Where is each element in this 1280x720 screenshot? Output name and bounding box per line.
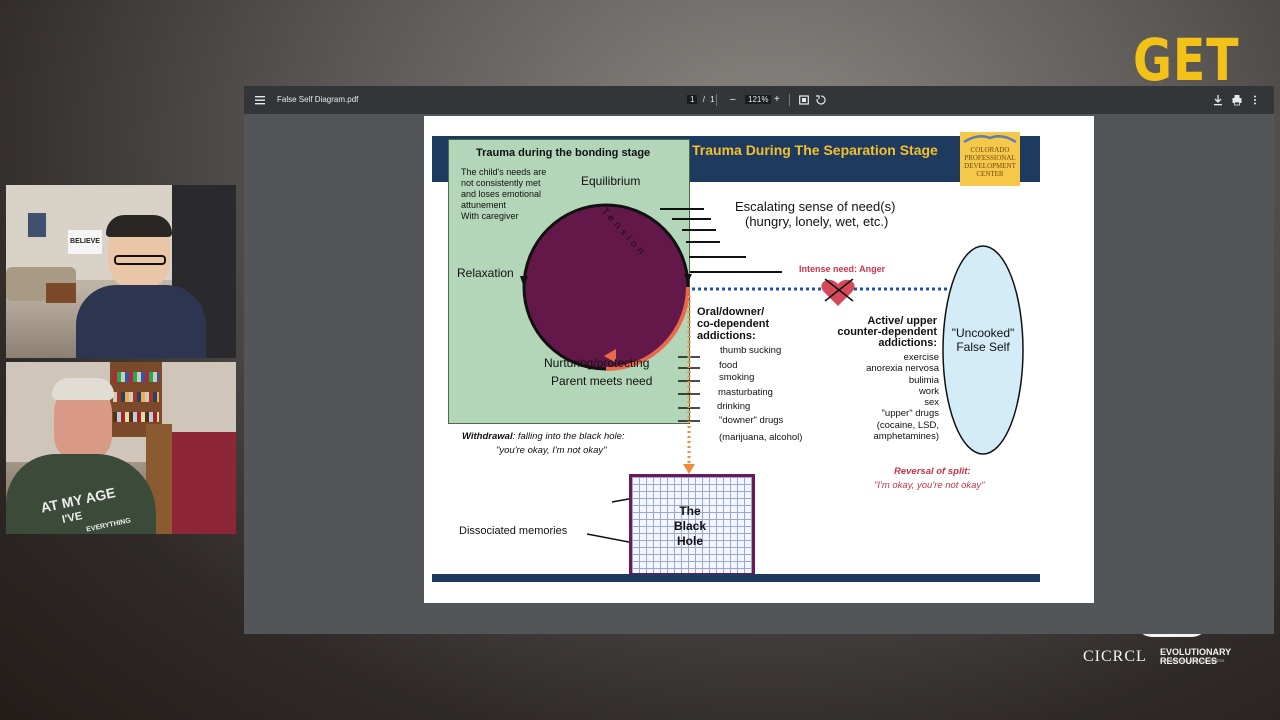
false-self-line: "Uncooked" bbox=[951, 326, 1015, 340]
black-hole-line: Black bbox=[673, 519, 707, 533]
reversal-label: Reversal of split: bbox=[894, 466, 971, 477]
active-item: (cocaine, LSD, bbox=[876, 419, 939, 431]
withdrawal-arrowhead bbox=[683, 464, 695, 474]
black-hole-label: The Black Hole bbox=[665, 504, 715, 549]
oral-heading-line: Oral/downer/ bbox=[697, 306, 765, 318]
brand-tagline: EVOLUTIONARY RESOURCES bbox=[1160, 647, 1232, 666]
active-item: anorexia nervosa bbox=[866, 363, 939, 375]
divider bbox=[716, 94, 717, 106]
withdrawal-quote: "you're okay, I'm not okay" bbox=[496, 445, 607, 456]
oral-item: smoking bbox=[719, 372, 755, 383]
page-total: 1 bbox=[710, 95, 715, 104]
active-item: exercise bbox=[903, 352, 939, 363]
webcam-feed-guest: AT MY AGE I'VE EVERYTHING bbox=[6, 362, 236, 534]
file-name: False Self Diagram.pdf bbox=[277, 95, 359, 104]
nurturing-label: Nurturing/protecting bbox=[544, 356, 650, 370]
brand-name: CICRCL bbox=[1083, 648, 1147, 665]
believe-poster: BELIEVE bbox=[68, 230, 102, 254]
rotate-icon[interactable] bbox=[816, 86, 826, 114]
needs-line: not consistently met bbox=[461, 178, 541, 188]
parent-meets-label: Parent meets need bbox=[551, 374, 653, 388]
false-self-label: "Uncooked" False Self bbox=[943, 326, 1023, 354]
equilibrium-label: Equilibrium bbox=[581, 174, 641, 188]
bed bbox=[166, 432, 236, 534]
wall-frame bbox=[26, 211, 48, 239]
active-addictions-heading: Active/ upper counter-dependent addictio… bbox=[827, 316, 937, 349]
oral-item: masturbating bbox=[718, 387, 773, 398]
zoom-out-button[interactable]: – bbox=[730, 86, 736, 114]
oral-heading-line: co-dependent bbox=[697, 318, 770, 330]
active-item: sex bbox=[924, 397, 939, 409]
shirt-text-2: I'VE bbox=[60, 510, 84, 526]
brand-subtagline: FOR SHIFTING CONSCIOUSNESS bbox=[1160, 658, 1225, 663]
black-hole-line: The bbox=[679, 504, 701, 518]
guest-hair bbox=[52, 378, 114, 400]
escalating-need-examples: (hungry, lonely, wet, etc.) bbox=[745, 214, 889, 229]
false-self-line: False Self bbox=[956, 340, 1010, 354]
webcam-feed-host: BELIEVE bbox=[6, 185, 236, 358]
table bbox=[46, 283, 76, 303]
get-overlay-text: GET bbox=[1133, 26, 1240, 94]
needs-line: With caregiver bbox=[461, 211, 519, 221]
active-item: bulimia bbox=[908, 374, 939, 386]
reversal-quote: "I'm okay, you're not okay" bbox=[874, 480, 985, 491]
needs-line: and loses emotional bbox=[461, 189, 542, 199]
dissociated-memories-label: Dissociated memories bbox=[459, 525, 568, 537]
oral-item: food bbox=[719, 360, 738, 371]
divider bbox=[789, 94, 790, 106]
oral-item: (marijuana, alcohol) bbox=[719, 432, 803, 443]
needs-line: The child's needs are bbox=[461, 167, 547, 177]
relaxation-label: Relaxation bbox=[457, 266, 514, 280]
pdf-page: Trauma During The Separation Stage COLOR… bbox=[424, 116, 1094, 603]
needs-line: attunement bbox=[461, 200, 507, 210]
pdf-toolbar: False Self Diagram.pdf 1 / 1 – 121% + bbox=[244, 86, 1274, 114]
withdrawal-label: Withdrawal bbox=[462, 431, 513, 442]
host-hair bbox=[106, 215, 172, 237]
withdrawal-text: : falling into the black hole: bbox=[512, 431, 625, 442]
zoom-value[interactable]: 121% bbox=[745, 95, 772, 104]
black-hole-line: Hole bbox=[676, 534, 703, 548]
zoom-level[interactable]: 121% bbox=[745, 86, 772, 114]
pdf-viewer: False Self Diagram.pdf 1 / 1 – 121% + Tr… bbox=[244, 86, 1274, 634]
needs-description: The child's needs are not consistently m… bbox=[461, 167, 546, 222]
active-items-list: exercise anorexia nervosa bulimia work s… bbox=[839, 352, 939, 442]
page-current[interactable]: 1 bbox=[687, 95, 698, 104]
active-item: "upper" drugs bbox=[881, 408, 939, 420]
withdrawal-caption: Withdrawal: falling into the black hole: bbox=[462, 431, 625, 442]
more-options-icon[interactable] bbox=[1252, 86, 1258, 114]
slide-footer-bar bbox=[432, 574, 1040, 582]
host-shirt bbox=[76, 285, 206, 358]
intense-need-label: Intense need: Anger bbox=[799, 264, 886, 274]
oral-heading-line: addictions: bbox=[697, 330, 756, 342]
oral-item: thumb sucking bbox=[720, 345, 782, 356]
page-separator: / bbox=[702, 95, 705, 104]
fit-page-icon[interactable] bbox=[799, 86, 809, 114]
active-heading-line: addictions: bbox=[878, 337, 937, 349]
print-icon[interactable] bbox=[1232, 86, 1242, 114]
oral-addictions-heading: Oral/downer/ co-dependent addictions: bbox=[697, 306, 769, 342]
oral-item: drinking bbox=[717, 401, 751, 412]
bonding-title: Trauma during the bonding stage bbox=[476, 147, 651, 159]
zoom-in-button[interactable]: + bbox=[774, 86, 780, 114]
broken-heart-icon bbox=[821, 279, 855, 306]
page-number-input[interactable]: 1 / 1 bbox=[687, 86, 715, 114]
oral-item: "downer" drugs bbox=[719, 415, 784, 426]
active-item: work bbox=[918, 385, 939, 397]
glasses bbox=[114, 255, 166, 265]
menu-icon[interactable] bbox=[255, 86, 265, 114]
guest-shirt: AT MY AGE I'VE EVERYTHING bbox=[6, 454, 156, 534]
download-icon[interactable] bbox=[1213, 86, 1223, 114]
shirt-text-3: EVERYTHING bbox=[85, 517, 132, 534]
active-item: amphetamines) bbox=[873, 431, 939, 443]
escalating-need-label: Escalating sense of need(s) bbox=[735, 199, 896, 214]
